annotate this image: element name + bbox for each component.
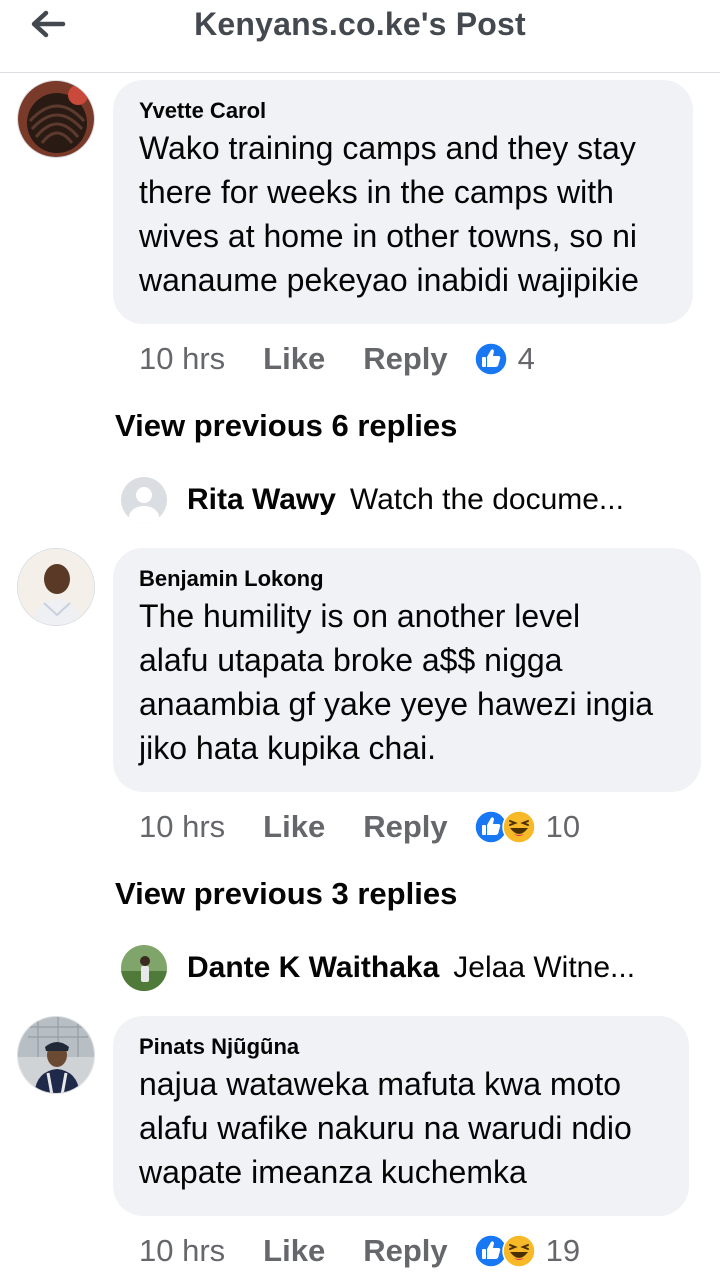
avatar[interactable]	[17, 80, 95, 158]
haha-icon	[501, 810, 536, 844]
reactions[interactable]	[473, 342, 508, 376]
comment-actions: 10 hrs Like Reply 19	[139, 1229, 580, 1273]
haha-icon	[501, 1234, 536, 1268]
comment-line: wives at home in other towns, so ni	[139, 218, 638, 254]
reaction-count: 10	[545, 809, 581, 844]
comment-line: Wako training camps and they stay	[139, 130, 636, 166]
comment-time[interactable]: 10 hrs	[139, 809, 225, 845]
comment-bubble[interactable]: Benjamin Lokong The humility is on anoth…	[113, 548, 701, 792]
comment-line: wanaume pekeyao inabidi wajipikie	[139, 262, 639, 298]
comment-author[interactable]: Yvette Carol	[139, 98, 667, 124]
view-previous-replies[interactable]: View previous 3 replies	[115, 876, 457, 912]
comment-text: Wako training camps and they stay there …	[139, 126, 667, 302]
reactions[interactable]	[473, 810, 536, 844]
avatar-image	[18, 81, 94, 157]
avatar-image	[18, 1017, 94, 1093]
comment-author[interactable]: Benjamin Lokong	[139, 566, 675, 592]
reaction-count: 4	[517, 341, 535, 376]
avatar[interactable]	[17, 1016, 95, 1094]
comment-text: The humility is on another level alafu u…	[139, 594, 675, 770]
like-icon	[473, 342, 508, 376]
reply-button[interactable]: Reply	[363, 1233, 447, 1269]
comment-line: wapate imeanza kuchemka	[139, 1154, 527, 1190]
reply-author: Dante K Waithaka	[187, 951, 440, 984]
view-previous-replies[interactable]: View previous 6 replies	[115, 408, 457, 444]
comment-actions: 10 hrs Like Reply 4	[139, 337, 535, 381]
comment-time[interactable]: 10 hrs	[139, 1233, 225, 1269]
comment-line: The humility is on another level	[139, 598, 581, 634]
reactions[interactable]	[473, 1234, 536, 1268]
top-bar: Kenyans.co.ke's Post	[0, 0, 720, 73]
avatar-image	[18, 549, 94, 625]
comment-line: najua wataweka mafuta kwa moto	[139, 1066, 622, 1102]
avatar	[121, 945, 167, 991]
like-button[interactable]: Like	[263, 341, 325, 377]
comment-bubble[interactable]: Pinats Njũgũna najua wataweka mafuta kwa…	[113, 1016, 689, 1216]
avatar-image	[121, 945, 167, 991]
comment-line: alafu utapata broke a$$ nigga	[139, 642, 563, 678]
comment-time[interactable]: 10 hrs	[139, 341, 225, 377]
comment-bubble[interactable]: Yvette Carol Wako training camps and the…	[113, 80, 693, 324]
comment-author[interactable]: Pinats Njũgũna	[139, 1034, 663, 1060]
like-button[interactable]: Like	[263, 809, 325, 845]
reply-button[interactable]: Reply	[363, 809, 447, 845]
comment-line: anaambia gf yake yeye hawezi ingia	[139, 686, 654, 722]
reply-button[interactable]: Reply	[363, 341, 447, 377]
comment-line: alafu wafike nakuru na warudi ndio	[139, 1110, 632, 1146]
avatar[interactable]	[17, 548, 95, 626]
reply-author: Rita Wawy	[187, 483, 336, 516]
reply-preview[interactable]: Rita Wawy Watch the docume...	[121, 474, 624, 526]
default-avatar-icon	[121, 477, 167, 523]
reply-preview[interactable]: Dante K Waithaka Jelaa Witne...	[121, 942, 635, 994]
comment-text: najua wataweka mafuta kwa moto alafu waf…	[139, 1062, 663, 1194]
comment-line: jiko hata kupika chai.	[139, 730, 437, 766]
like-button[interactable]: Like	[263, 1233, 325, 1269]
comment-actions: 10 hrs Like Reply 10	[139, 805, 580, 849]
reply-snippet: Watch the docume...	[349, 483, 624, 516]
reaction-count: 19	[545, 1233, 581, 1268]
comment-line: there for weeks in the camps with	[139, 174, 614, 210]
avatar	[121, 477, 167, 523]
page-title: Kenyans.co.ke's Post	[194, 6, 526, 42]
reply-snippet: Jelaa Witne...	[453, 951, 636, 984]
